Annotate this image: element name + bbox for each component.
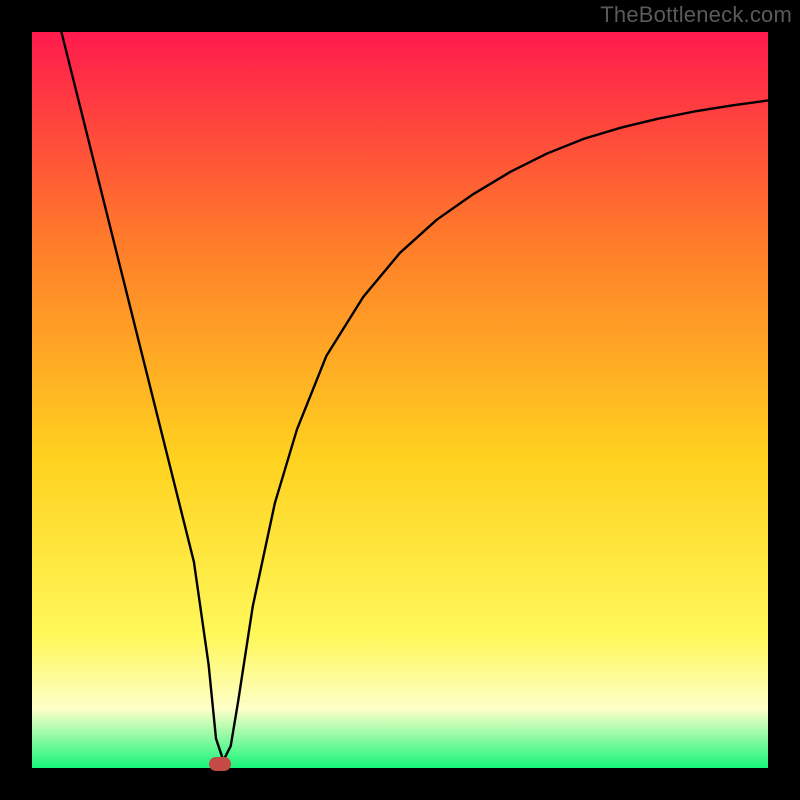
watermark-text: TheBottleneck.com [600,2,792,28]
gradient-background [32,32,768,768]
chart-plot [32,32,768,768]
chart-frame: TheBottleneck.com [0,0,800,800]
minimum-marker [209,757,231,771]
